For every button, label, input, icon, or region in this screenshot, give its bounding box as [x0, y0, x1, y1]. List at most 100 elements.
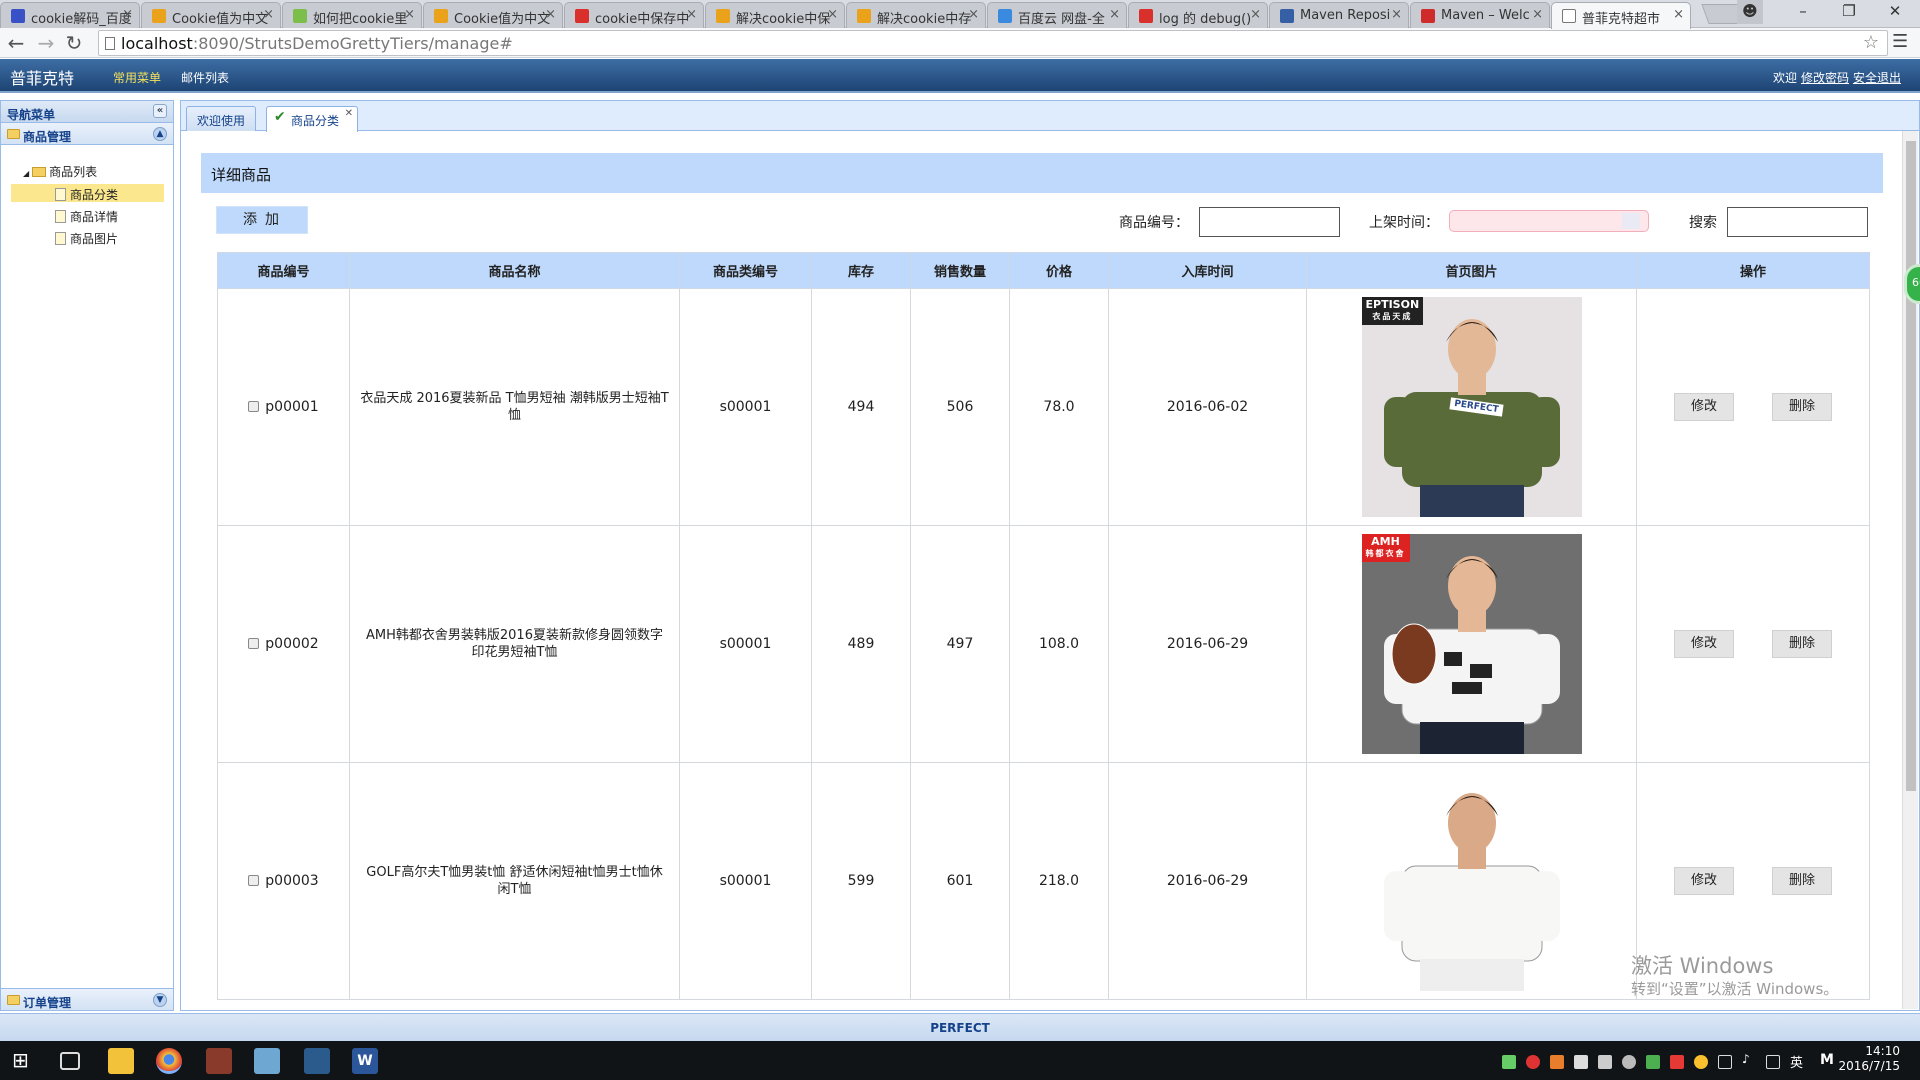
- word-icon[interactable]: W: [352, 1048, 378, 1074]
- product-image[interactable]: [1361, 771, 1582, 991]
- network-tool-icon[interactable]: [1550, 1055, 1564, 1069]
- notification-badge[interactable]: 66: [1904, 264, 1920, 304]
- file-explorer-icon[interactable]: [108, 1048, 134, 1074]
- close-tab-icon[interactable]: ×: [1532, 7, 1543, 22]
- user-profile-icon[interactable]: ☻: [1737, 0, 1763, 24]
- change-password-link[interactable]: 修改密码: [1801, 71, 1849, 85]
- stock: 599: [847, 873, 875, 889]
- tree-root[interactable]: ◢ 商品列表: [23, 161, 101, 179]
- edit-icon[interactable]: [1574, 1055, 1588, 1069]
- search-input[interactable]: [1727, 207, 1868, 237]
- row-checkbox[interactable]: [248, 875, 260, 886]
- edit-button[interactable]: 修改: [1674, 630, 1734, 658]
- ime-mode[interactable]: M: [1820, 1052, 1834, 1068]
- vs-code-icon[interactable]: [304, 1048, 330, 1074]
- close-tab-icon[interactable]: ×: [404, 7, 415, 22]
- close-window-button[interactable]: ✕: [1872, 0, 1918, 24]
- browser-tab[interactable]: Cookie值为中文 ×: [423, 2, 563, 28]
- tree-item-category[interactable]: 商品分类: [11, 184, 164, 202]
- chrome-menu-icon[interactable]: ☰: [1892, 31, 1908, 52]
- table-row[interactable]: p00003 GOLF高尔夫T恤男装t恤 舒适休闲短袖t恤男士t恤休闲T恤 s000…: [217, 762, 1870, 1000]
- plus-icon[interactable]: [1694, 1055, 1708, 1069]
- close-tab-icon[interactable]: ×: [1391, 7, 1402, 22]
- cell-product-name: GOLF高尔夫T恤男装t恤 舒适休闲短袖t恤男士t恤休闲T恤: [349, 762, 680, 1000]
- scrollbar-thumb[interactable]: [1906, 141, 1916, 791]
- shield-icon[interactable]: [1646, 1055, 1660, 1069]
- table-row[interactable]: p00001 衣品天成 2016夏装新品 T恤男短袖 潮韩版男士短袖T恤 s0000…: [217, 288, 1870, 526]
- chevron-down-icon[interactable]: ▼: [153, 993, 167, 1007]
- tab-category[interactable]: ✔ 商品分类 ✕: [266, 106, 359, 132]
- product-image[interactable]: EPTISON 衣品天成 PERFECT: [1361, 297, 1582, 517]
- app-icon[interactable]: [206, 1048, 232, 1074]
- usb-icon[interactable]: [1598, 1055, 1612, 1069]
- close-tab-icon[interactable]: ✕: [345, 108, 353, 119]
- minimize-button[interactable]: –: [1780, 0, 1826, 24]
- battery-icon[interactable]: [1502, 1055, 1516, 1069]
- notepad-icon[interactable]: [254, 1048, 280, 1074]
- collapse-sidebar-icon[interactable]: «: [153, 104, 167, 118]
- menu-common[interactable]: 常用菜单: [113, 69, 161, 86]
- close-tab-icon[interactable]: ×: [968, 7, 979, 22]
- arrow-icon[interactable]: [1670, 1055, 1684, 1069]
- delete-button[interactable]: 删除: [1772, 867, 1832, 895]
- cloud-icon[interactable]: [1622, 1055, 1636, 1069]
- browser-tab[interactable]: 解决cookie中存 ×: [846, 2, 986, 28]
- row-checkbox[interactable]: [248, 401, 260, 412]
- reload-icon[interactable]: ↻: [62, 31, 86, 55]
- antivirus-icon[interactable]: [1526, 1055, 1540, 1069]
- menu-mail-list[interactable]: 邮件列表: [181, 69, 229, 86]
- calendar-icon[interactable]: [1622, 213, 1640, 229]
- browser-tab[interactable]: cookie中保存中 ×: [564, 2, 704, 28]
- product-image[interactable]: AMH 韩都衣舍: [1361, 534, 1582, 754]
- browser-tab[interactable]: Cookie值为中文 ×: [141, 2, 281, 28]
- tree-item-details[interactable]: 商品详情: [55, 206, 122, 224]
- close-tab-icon[interactable]: ×: [545, 7, 556, 22]
- tree-expand-icon[interactable]: ◢: [23, 169, 29, 178]
- restore-button[interactable]: ❐: [1826, 0, 1872, 24]
- bookmark-star-icon[interactable]: ☆: [1863, 32, 1879, 53]
- browser-tab[interactable]: 百度云 网盘-全 ×: [987, 2, 1127, 28]
- browser-tab[interactable]: 解决cookie中保 ×: [705, 2, 845, 28]
- delete-button[interactable]: 删除: [1772, 393, 1832, 421]
- browser-tab[interactable]: 如何把cookie里 ×: [282, 2, 422, 28]
- close-tab-icon[interactable]: ×: [686, 7, 697, 22]
- shelf-time-datepicker[interactable]: [1449, 210, 1649, 232]
- clock[interactable]: 14:10 2016/7/15: [1838, 1044, 1900, 1074]
- back-icon[interactable]: ←: [4, 31, 28, 55]
- logout-link[interactable]: 安全退出: [1853, 71, 1901, 85]
- add-button[interactable]: 添加: [216, 206, 308, 234]
- windows-start-icon[interactable]: ⊞: [12, 1048, 38, 1074]
- delete-button[interactable]: 删除: [1772, 630, 1832, 658]
- tree-item-images[interactable]: 商品图片: [55, 228, 122, 246]
- close-tab-icon[interactable]: ×: [122, 7, 133, 22]
- chevron-up-icon[interactable]: ▲: [153, 127, 167, 141]
- ime-language[interactable]: 英: [1790, 1052, 1803, 1071]
- row-checkbox[interactable]: [248, 638, 260, 649]
- volume-icon[interactable]: ♪: [1742, 1052, 1756, 1066]
- task-view-icon[interactable]: [60, 1052, 80, 1070]
- browser-tab[interactable]: Maven – Welc ×: [1410, 2, 1550, 28]
- tab-welcome[interactable]: 欢迎使用: [186, 106, 257, 131]
- tab-category-label: 商品分类: [291, 114, 340, 128]
- browser-tab[interactable]: log 的 debug() ×: [1128, 2, 1268, 28]
- accordion-orders[interactable]: 订单管理 ▼: [1, 988, 173, 1010]
- browser-tab[interactable]: 普菲克特超市 ×: [1551, 2, 1691, 29]
- chrome-icon[interactable]: [156, 1048, 182, 1074]
- url-input[interactable]: localhost:8090/StrutsDemoGrettyTiers/man…: [98, 30, 1888, 56]
- product-id-input[interactable]: [1199, 207, 1340, 237]
- browser-tab[interactable]: cookie解码_百度 ×: [0, 2, 140, 28]
- table-row[interactable]: p00002 AMH韩都衣舍男装韩版2016夏装新款修身圆领数字印花男短袖T恤 s0…: [217, 525, 1870, 763]
- edit-button[interactable]: 修改: [1674, 393, 1734, 421]
- close-tab-icon[interactable]: ×: [1109, 7, 1120, 22]
- close-tab-icon[interactable]: ×: [827, 7, 838, 22]
- close-tab-icon[interactable]: ×: [263, 7, 274, 22]
- notification-icon[interactable]: [1766, 1055, 1780, 1069]
- edit-button[interactable]: 修改: [1674, 867, 1734, 895]
- accordion-products[interactable]: 商品管理 ▲: [1, 123, 173, 145]
- forward-icon[interactable]: →: [34, 31, 58, 55]
- vertical-scrollbar[interactable]: [1902, 131, 1918, 1009]
- close-tab-icon[interactable]: ×: [1250, 7, 1261, 22]
- close-tab-icon[interactable]: ×: [1673, 7, 1684, 22]
- monitor-icon[interactable]: [1718, 1055, 1732, 1069]
- browser-tab[interactable]: Maven Reposi ×: [1269, 2, 1409, 28]
